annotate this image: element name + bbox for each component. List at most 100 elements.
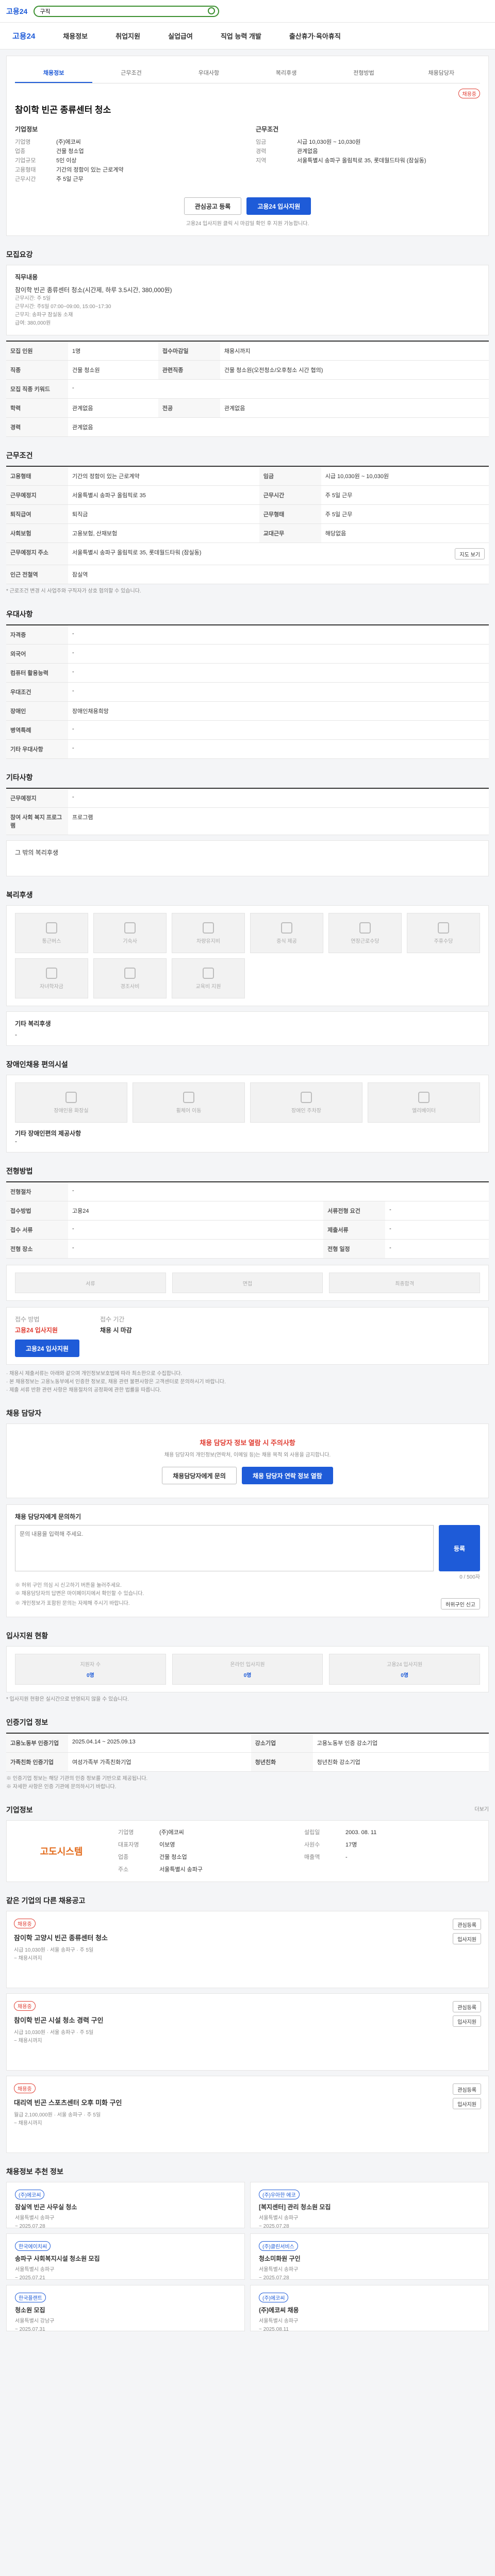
search-input[interactable] bbox=[35, 6, 219, 16]
page: 고용24 고용24 채용정보 취업지원 실업급여 직업 능력 개발 출산휴가·육… bbox=[0, 0, 495, 2352]
other-job-title[interactable]: 참이학 빈곤 시설 청소 경력 구인 bbox=[14, 2015, 481, 2025]
gnb-item-leave[interactable]: 출산휴가·육아휴직 bbox=[289, 31, 341, 41]
company-title: 기업정보 bbox=[6, 1806, 33, 1814]
tab-welfare[interactable]: 복리후생 bbox=[248, 63, 325, 83]
recommend-item[interactable]: (주)우아한 에코 [복지센터] 관리 청소원 모집 서울특별시 송파구 ~ 2… bbox=[250, 2182, 489, 2229]
recommend-item[interactable]: 한국에이치씨 송파구 사회복지시설 청소원 모집 서울특별시 송파구 ~ 202… bbox=[6, 2233, 245, 2281]
inquiry-textarea[interactable] bbox=[15, 1525, 434, 1571]
gnb-item-training[interactable]: 직업 능력 개발 bbox=[221, 31, 261, 41]
summary-row: 경력 관계없음 bbox=[256, 148, 318, 155]
recommend-item[interactable]: (주)에코씨 잠실역 빈곤 사무실 청소 서울특별시 송파구 ~ 2025.07… bbox=[6, 2182, 245, 2229]
welfare-title: 복리후생 bbox=[6, 891, 33, 899]
other-job-title[interactable]: 대리역 빈곤 스포츠센터 오후 미화 구인 bbox=[14, 2097, 481, 2107]
recommend-grid: (주)에코씨 잠실역 빈곤 사무실 청소 서울특별시 송파구 ~ 2025.07… bbox=[6, 2182, 489, 2352]
welfare-item: 주휴수당 bbox=[407, 913, 480, 953]
company-card: 고도시스템 기업명 (주)에코씨 설립일 2003. 08. 11 대표자명 이보영 … bbox=[6, 1820, 489, 1882]
enterprise-notes: ※ 인증기업 정보는 해당 기관의 인증 정보를 기반으로 제공됩니다. ※ 자… bbox=[6, 1776, 148, 1790]
duty-line: 근무지: 송파구 잠실동 소재 bbox=[15, 312, 73, 318]
table-row: 전형절차 - bbox=[6, 1182, 489, 1201]
table-row: 컴퓨터 활용능력 - bbox=[6, 663, 489, 683]
tab-preference[interactable]: 우대사항 bbox=[170, 63, 248, 83]
company-info-label: 기업정보 bbox=[15, 126, 38, 133]
welfare-item: 경조사비 bbox=[93, 958, 167, 998]
welfare-grid: 통근버스 기숙사 차량유지비 중식 제공 연장근로수당 주휴수당 자녀학자금 경… bbox=[15, 913, 480, 998]
tab-process[interactable]: 전형방법 bbox=[325, 63, 402, 83]
table-row: 우대조건 - bbox=[6, 682, 489, 702]
facility-item: 엘리베이터 bbox=[368, 1082, 480, 1123]
contact-inquiry-button[interactable]: 채용담당자에게 문의 bbox=[162, 1467, 237, 1484]
table-row: 퇴직급여 퇴직금 근무형태 주 5일 근무 bbox=[6, 504, 489, 524]
table-row: 인근 전철역 잠실역 bbox=[6, 565, 489, 584]
other-job-apply-button[interactable]: 입사지원 bbox=[453, 2098, 481, 2109]
list-item[interactable]: 채용중 참이학 빈곤 시설 청소 경력 구인 시급 10,030원 · 서울 송… bbox=[6, 1993, 489, 2071]
contact-alert-text: 채용 담당자의 개인정보(연락처, 이메일 등)는 채용 목적 외 사용을 금지… bbox=[164, 1452, 331, 1458]
other-jobs-title: 같은 기업의 다른 채용공고 bbox=[6, 1896, 86, 1905]
map-button[interactable]: 지도 보기 bbox=[455, 548, 485, 560]
contact-alert-title: 채용 담당자 정보 열람 시 주의사항 bbox=[200, 1439, 295, 1447]
disability-title: 장애인채용 편의시설 bbox=[6, 1060, 68, 1069]
recommend-item[interactable]: (주)클린서비스 청소미화원 구인 서울특별시 송파구 ~ 2025.07.28 bbox=[250, 2233, 489, 2281]
scrap-button[interactable]: 관심공고 등록 bbox=[184, 197, 242, 215]
condition-title: 근무조건 bbox=[6, 451, 33, 460]
recommend-title: 채용정보 추천 정보 bbox=[6, 2167, 63, 2176]
other-job-apply-button[interactable]: 입사지원 bbox=[453, 2015, 481, 2027]
other-job-apply-button[interactable]: 입사지원 bbox=[453, 1933, 481, 1944]
summary-row: 지역 서울특별시 송파구 올림픽로 35, 롯데월드타워 (잠실동) bbox=[256, 158, 426, 164]
inquiry-submit-button[interactable]: 등록 bbox=[439, 1525, 480, 1571]
table-row: 모집 인원 1명 접수마감일 채용시까지 bbox=[6, 341, 489, 361]
gnb-logo[interactable]: 고용24 bbox=[12, 30, 35, 41]
welfare-item: 기숙사 bbox=[93, 913, 167, 953]
other-jobs-list: 채용중 잠이학 고양시 빈곤 종류센터 청소 시급 10,030원 · 서울 송… bbox=[6, 1911, 489, 2153]
section-tabs: 채용정보 근무조건 우대사항 복리후생 전형방법 채용담당자 bbox=[15, 63, 480, 83]
duty-label: 직무내용 bbox=[15, 274, 38, 281]
table-row: 사회보험 고용보험, 산재보험 교대근무 해당없음 bbox=[6, 523, 489, 543]
search-icon[interactable] bbox=[208, 7, 216, 14]
summary-row: 근무시간 주 5일 근무 bbox=[15, 176, 84, 182]
inquiry-box: 채용 담당자에게 문의하기 등록 0 / 500자 ※ 허위 구인 의심 시 신… bbox=[6, 1504, 489, 1617]
apply-button[interactable]: 고용24 입사지원 bbox=[246, 197, 311, 215]
contact-view-button[interactable]: 채용 담당자 연락 정보 열람 bbox=[241, 1467, 333, 1484]
condition-footnote: * 근로조건 변경 시 사업주와 구직자가 상호 협의할 수 있습니다. bbox=[6, 588, 141, 594]
list-item[interactable]: 채용중 잠이학 고양시 빈곤 종류센터 청소 시급 10,030원 · 서울 송… bbox=[6, 1911, 489, 1988]
clock-icon bbox=[359, 922, 371, 934]
other-job-scrap-button[interactable]: 관심등록 bbox=[453, 1919, 481, 1930]
disability-etc-value: - bbox=[15, 1138, 17, 1145]
summary-row: 업종 건물 청소업 bbox=[15, 148, 84, 155]
summary-row: 기업명 (주)에코씨 bbox=[15, 139, 81, 145]
tab-contact[interactable]: 채용담당자 bbox=[403, 63, 480, 83]
book-icon bbox=[203, 967, 214, 979]
list-item[interactable]: 채용중 대리역 빈곤 스포츠센터 오후 미화 구인 월급 2,100,000원 … bbox=[6, 2076, 489, 2153]
table-row: 가족친화 인증기업 여성가족부 가족친화기업 청년친화 청년친화 강소기업 bbox=[6, 1752, 489, 1772]
contact-alert: 채용 담당자 정보 열람 시 주의사항 채용 담당자의 개인정보(연락처, 이메… bbox=[6, 1423, 489, 1498]
table-row: 접수 서류 - 제출서류 - bbox=[6, 1220, 489, 1240]
tab-condition[interactable]: 근무조건 bbox=[92, 63, 170, 83]
gnb-item-support[interactable]: 취업지원 bbox=[116, 31, 140, 41]
other-job-scrap-button[interactable]: 관심등록 bbox=[453, 2083, 481, 2095]
recommend-item[interactable]: (주)에코씨 (주)에코씨 채용 서울특별시 송파구 ~ 2025.08.11 bbox=[250, 2285, 489, 2332]
other-job-scrap-button[interactable]: 관심등록 bbox=[453, 2001, 481, 2012]
gnb-item-jobs[interactable]: 채용정보 bbox=[63, 31, 88, 41]
table-row: 병역특례 - bbox=[6, 720, 489, 740]
apply-status-item: 고용24 입사지원 0명 bbox=[329, 1654, 481, 1685]
tab-recruit[interactable]: 채용정보 bbox=[15, 63, 93, 83]
welfare-item: 자녀학자금 bbox=[15, 958, 88, 998]
apply-box-button[interactable]: 고용24 입사지원 bbox=[15, 1340, 79, 1357]
company-more-link[interactable]: 더보기 bbox=[474, 1806, 489, 1814]
bus-icon bbox=[46, 922, 57, 934]
summary-row: 기업규모 5인 이상 bbox=[15, 158, 77, 164]
other-job-title[interactable]: 잠이학 고양시 빈곤 종류센터 청소 bbox=[14, 1933, 481, 1942]
recommend-item[interactable]: 한국플랜트 청소원 모집 서울특별시 강남구 ~ 2025.07.31 bbox=[6, 2285, 245, 2332]
restroom-icon bbox=[65, 1091, 77, 1103]
apply-status-title: 입사지원 현황 bbox=[6, 1632, 48, 1640]
gnb-item-benefit[interactable]: 실업급여 bbox=[168, 31, 193, 41]
report-button[interactable]: 허위구인 신고 bbox=[441, 1598, 480, 1609]
job-summary-card: 채용정보 근무조건 우대사항 복리후생 전형방법 채용담당자 채용중 참이학 빈… bbox=[6, 56, 489, 236]
process-notices: · 채용시 제출서류는 아래와 같으며 개인정보보호법에 따라 최소한으로 수집… bbox=[6, 1371, 226, 1393]
apply-box: 접수 방법 고용24 입사지원 고용24 입사지원 접수 기간 채용 시 마감 bbox=[6, 1307, 489, 1365]
apply-status-item: 지원자 수 0명 bbox=[15, 1654, 166, 1685]
disability-grid: 장애인용 화장실 휠체어 이동 장애인 주차장 엘리베이터 bbox=[15, 1082, 480, 1123]
duty-text: 참이학 빈곤 종류센터 청소(시간제, 하루 3.5시간, 380,000원) bbox=[15, 286, 172, 294]
table-row: 고용노동부 인증기업 2025.04.14 ~ 2025.09.13 강소기업 고용노… bbox=[6, 1733, 489, 1753]
site-logo[interactable]: 고용24 bbox=[6, 6, 27, 16]
gift-icon bbox=[124, 967, 136, 979]
